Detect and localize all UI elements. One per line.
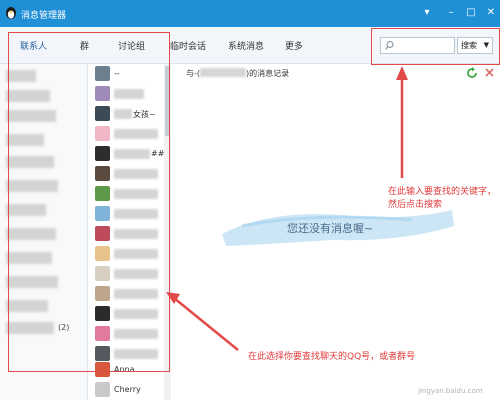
qq-penguin-icon xyxy=(6,7,16,19)
search-hint-text: 在此输入要查找的关键字，然后点击搜索 xyxy=(388,187,497,210)
empty-message: 您还没有消息喔~ xyxy=(287,222,374,235)
delete-icon[interactable] xyxy=(484,67,495,78)
refresh-icon[interactable] xyxy=(466,67,478,79)
tab-more[interactable]: 更多 xyxy=(285,39,303,52)
close-button[interactable]: ✕ xyxy=(484,6,498,20)
contact-hint-text: 在此选择你要查找聊天的QQ号，或者群号 xyxy=(248,352,416,362)
search-highlight-box xyxy=(371,28,500,65)
minimize-button[interactable]: – xyxy=(444,6,458,20)
avatar xyxy=(95,382,110,397)
contact-highlight-box xyxy=(8,32,170,372)
record-header: 与-()的消息记录 xyxy=(186,68,290,78)
contact-item[interactable]: Cherry xyxy=(95,380,167,400)
window-title: 消息管理器 xyxy=(21,11,67,21)
redacted-name xyxy=(200,68,247,77)
watermark: jingyan.baidu.com xyxy=(418,387,483,395)
title-bar: 消息管理器 ▾ – □ ✕ xyxy=(0,0,500,27)
maximize-button[interactable]: □ xyxy=(464,6,478,20)
tab-temp-chat[interactable]: 临时会话 xyxy=(170,39,206,52)
dropdown-icon[interactable]: ▾ xyxy=(420,6,434,20)
tab-system-messages[interactable]: 系统消息 xyxy=(228,39,264,52)
